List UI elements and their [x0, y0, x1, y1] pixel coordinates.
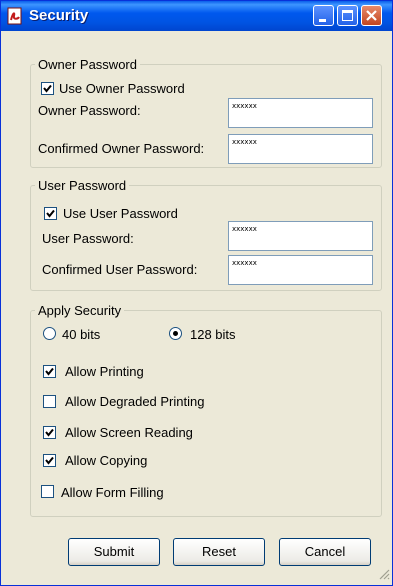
- pdf-app-icon: [6, 7, 24, 25]
- close-button[interactable]: [361, 5, 382, 26]
- confirmed-owner-password-label: Confirmed Owner Password:: [38, 141, 205, 156]
- user-password-field[interactable]: xxxxxx: [228, 221, 373, 251]
- allow-printing-checkbox[interactable]: [43, 365, 56, 378]
- security-dialog: Security Owner Password Use Owner Passwo…: [0, 0, 393, 586]
- owner-password-legend: Owner Password: [38, 57, 137, 72]
- confirmed-user-password-field[interactable]: xxxxxx: [228, 255, 373, 285]
- bits-128-radio[interactable]: [169, 327, 182, 340]
- allow-form-filling-label[interactable]: Allow Form Filling: [61, 485, 164, 500]
- confirmed-user-password-label: Confirmed User Password:: [42, 262, 198, 277]
- resize-grip-icon[interactable]: [378, 568, 390, 583]
- apply-security-legend: Apply Security: [38, 303, 122, 318]
- reset-button[interactable]: Reset: [173, 538, 265, 566]
- allow-form-filling-checkbox[interactable]: [41, 485, 54, 498]
- owner-password-label: Owner Password:: [38, 103, 141, 118]
- cancel-button[interactable]: Cancel: [279, 538, 371, 566]
- owner-password-field[interactable]: xxxxxx: [228, 98, 373, 128]
- allow-copying-checkbox[interactable]: [43, 454, 56, 467]
- use-user-password-label[interactable]: Use User Password: [63, 206, 178, 221]
- user-password-label: User Password:: [42, 231, 134, 246]
- allow-copying-label[interactable]: Allow Copying: [65, 453, 147, 468]
- use-user-password-checkbox[interactable]: [44, 207, 57, 220]
- allow-screen-reading-label[interactable]: Allow Screen Reading: [65, 425, 193, 440]
- bits-128-label[interactable]: 128 bits: [190, 327, 236, 342]
- maximize-button[interactable]: [337, 5, 358, 26]
- allow-degraded-printing-checkbox[interactable]: [43, 395, 56, 408]
- use-owner-password-label[interactable]: Use Owner Password: [59, 81, 185, 96]
- user-password-legend: User Password: [38, 178, 127, 193]
- allow-screen-reading-checkbox[interactable]: [43, 426, 56, 439]
- allow-degraded-printing-label[interactable]: Allow Degraded Printing: [65, 394, 204, 409]
- use-owner-password-checkbox[interactable]: [41, 82, 54, 95]
- submit-button[interactable]: Submit: [68, 538, 160, 566]
- bits-40-label[interactable]: 40 bits: [62, 327, 100, 342]
- confirmed-owner-password-field[interactable]: xxxxxx: [228, 134, 373, 164]
- title-bar[interactable]: Security: [1, 1, 392, 31]
- allow-printing-label[interactable]: Allow Printing: [65, 364, 144, 379]
- minimize-button[interactable]: [313, 5, 334, 26]
- window-title: Security: [29, 7, 89, 24]
- bits-40-radio[interactable]: [43, 327, 56, 340]
